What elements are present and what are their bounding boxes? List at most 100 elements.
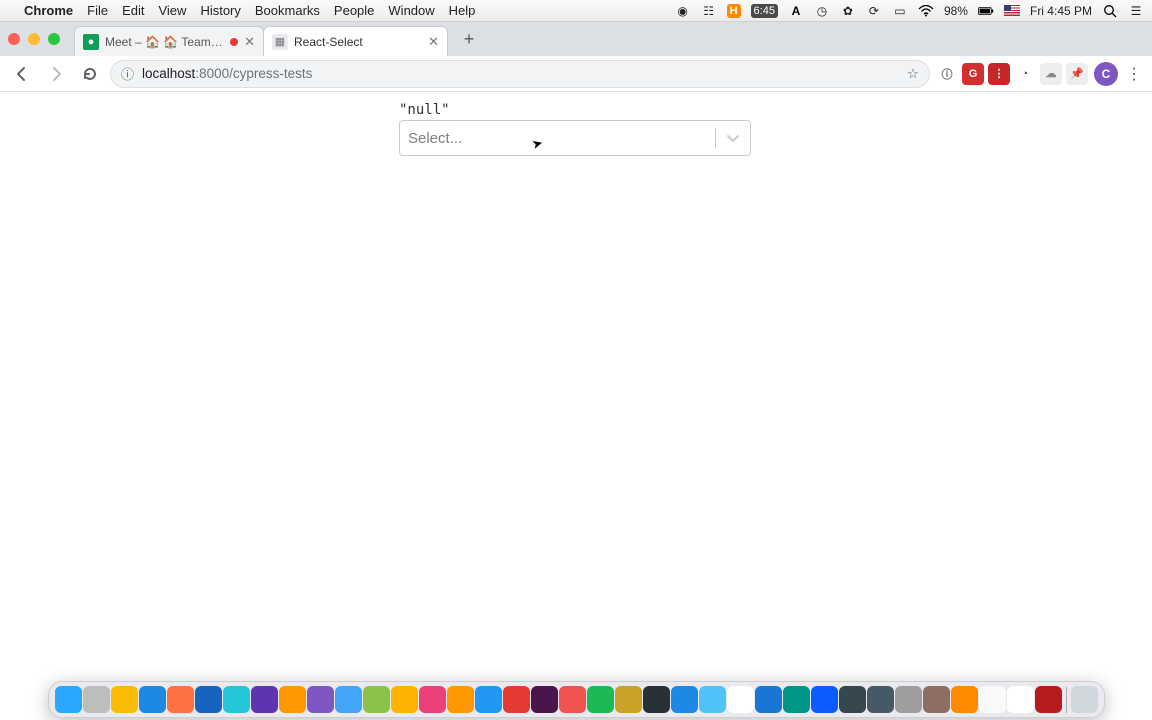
select-placeholder: Select...: [408, 130, 707, 147]
info-extension[interactable]: ⓘ: [936, 63, 958, 85]
menu-bookmarks[interactable]: Bookmarks: [255, 3, 320, 18]
status-spotlight-icon[interactable]: [1102, 3, 1118, 19]
dock-app-deeppurple[interactable]: [307, 686, 334, 713]
menu-file[interactable]: File: [87, 3, 108, 18]
status-wifi-icon[interactable]: [918, 3, 934, 19]
dock-app-teal[interactable]: [783, 686, 810, 713]
dock-app-red2[interactable]: [559, 686, 586, 713]
status-clock-icon[interactable]: ◷: [814, 3, 830, 19]
select-separator: [715, 128, 716, 148]
status-battery-icon[interactable]: [978, 3, 994, 19]
status-sync-icon[interactable]: ⟳: [866, 3, 882, 19]
browser-tab-react-select[interactable]: ▦ React-Select ✕: [263, 26, 448, 56]
menu-edit[interactable]: Edit: [122, 3, 144, 18]
dock-separator: [1066, 687, 1067, 713]
menu-people[interactable]: People: [334, 3, 374, 18]
macos-dock-wrap: [0, 676, 1152, 720]
dock-maps[interactable]: [363, 686, 390, 713]
macos-dock: [48, 681, 1105, 718]
window-minimize-button[interactable]: [28, 33, 40, 45]
nav-back-button[interactable]: [8, 60, 36, 88]
dock-notes[interactable]: [979, 686, 1006, 713]
chevron-down-icon[interactable]: [724, 129, 742, 147]
dock-app-sky[interactable]: [223, 686, 250, 713]
dock-firefox[interactable]: [167, 686, 194, 713]
dock-app-grey[interactable]: [895, 686, 922, 713]
menu-history[interactable]: History: [200, 3, 240, 18]
status-app-a-icon[interactable]: A: [788, 3, 804, 19]
tab-favicon-icon: ●: [83, 34, 99, 50]
window-zoom-button[interactable]: [48, 33, 60, 45]
dock-launchpad[interactable]: [83, 686, 110, 713]
dock-slack[interactable]: [531, 686, 558, 713]
dock-notion[interactable]: [1007, 686, 1034, 713]
dock-finder[interactable]: [55, 686, 82, 713]
status-clock-text[interactable]: Fri 4:45 PM: [1030, 4, 1092, 18]
tab-close-button[interactable]: ✕: [428, 35, 439, 48]
chrome-tabstrip: ● Meet – 🏠 🏠 Teamweek w ✕ ▦ React-Select…: [0, 22, 1152, 56]
dock-app-red3[interactable]: [1035, 686, 1062, 713]
active-app-name[interactable]: Chrome: [24, 3, 73, 18]
new-tab-button[interactable]: +: [455, 25, 483, 53]
status-timer-badge[interactable]: 6:45: [751, 4, 778, 18]
status-dropbox-icon[interactable]: ☷: [701, 3, 717, 19]
nav-reload-button[interactable]: [76, 60, 104, 88]
page-viewport: "null" Select... ➤: [0, 92, 1152, 676]
dock-app-orange[interactable]: [279, 686, 306, 713]
dock-chrome[interactable]: [111, 686, 138, 713]
dock-app-amber[interactable]: [391, 686, 418, 713]
dock-zoom[interactable]: [811, 686, 838, 713]
address-bar[interactable]: ⓘ localhost:8000/cypress-tests ☆: [110, 60, 930, 88]
tab-audio-indicator-icon[interactable]: [230, 38, 238, 46]
bookmark-star-icon[interactable]: ☆: [907, 66, 919, 82]
react-select-control[interactable]: Select...: [399, 120, 751, 156]
macos-menubar: Chrome File Edit View History Bookmarks …: [0, 0, 1152, 22]
dock-books[interactable]: [447, 686, 474, 713]
lastpass-extension[interactable]: ⋮: [988, 63, 1010, 85]
nav-forward-button[interactable]: [42, 60, 70, 88]
status-record-icon[interactable]: ◉: [675, 3, 691, 19]
dock-safari[interactable]: [139, 686, 166, 713]
status-shield-icon[interactable]: ✿: [840, 3, 856, 19]
status-battery-text[interactable]: 98%: [944, 4, 968, 18]
browser-tab-meet[interactable]: ● Meet – 🏠 🏠 Teamweek w ✕: [74, 26, 264, 56]
tab-close-button[interactable]: ✕: [244, 35, 255, 48]
status-control-center-icon[interactable]: ☰: [1128, 3, 1144, 19]
status-display-icon[interactable]: ▭: [892, 3, 908, 19]
dock-preview[interactable]: [923, 686, 950, 713]
site-info-icon[interactable]: ⓘ: [121, 64, 134, 83]
gns-extension[interactable]: G: [962, 63, 984, 85]
dock-trash[interactable]: [1071, 686, 1098, 713]
dock-app-gold[interactable]: [615, 686, 642, 713]
dock-app-sky2[interactable]: [699, 686, 726, 713]
dock-terminal[interactable]: [643, 686, 670, 713]
url-text: localhost:8000/cypress-tests: [142, 66, 312, 81]
menu-help[interactable]: Help: [449, 3, 476, 18]
tab-title: Meet – 🏠 🏠 Teamweek w: [105, 35, 224, 49]
dock-vscode[interactable]: [195, 686, 222, 713]
menu-view[interactable]: View: [158, 3, 186, 18]
dock-app-dark[interactable]: [839, 686, 866, 713]
menu-window[interactable]: Window: [388, 3, 434, 18]
profile-avatar[interactable]: C: [1094, 62, 1118, 86]
dock-app-purple[interactable]: [251, 686, 278, 713]
dock-mail[interactable]: [335, 686, 362, 713]
dock-calendar[interactable]: [727, 686, 754, 713]
ghost-extension[interactable]: ☁: [1040, 63, 1062, 85]
status-input-flag-icon[interactable]: [1004, 5, 1020, 16]
dock-app-h[interactable]: [951, 686, 978, 713]
pin-extension[interactable]: 📌: [1066, 63, 1088, 85]
dock-itunes[interactable]: [419, 686, 446, 713]
dock-app-blue2[interactable]: [671, 686, 698, 713]
dock-app-blue3[interactable]: [755, 686, 782, 713]
window-close-button[interactable]: [8, 33, 20, 45]
chrome-menu-button[interactable]: ⋮: [1124, 64, 1144, 84]
dock-spotify[interactable]: [587, 686, 614, 713]
clock-extension[interactable]: ◔: [1014, 63, 1036, 85]
extension-tray: ⓘG⋮◔☁📌: [936, 63, 1088, 85]
state-value-text: "null": [399, 102, 450, 118]
dock-app-red[interactable]: [503, 686, 530, 713]
status-h-badge[interactable]: H: [727, 4, 741, 18]
dock-screenshot[interactable]: [867, 686, 894, 713]
dock-appstore[interactable]: [475, 686, 502, 713]
